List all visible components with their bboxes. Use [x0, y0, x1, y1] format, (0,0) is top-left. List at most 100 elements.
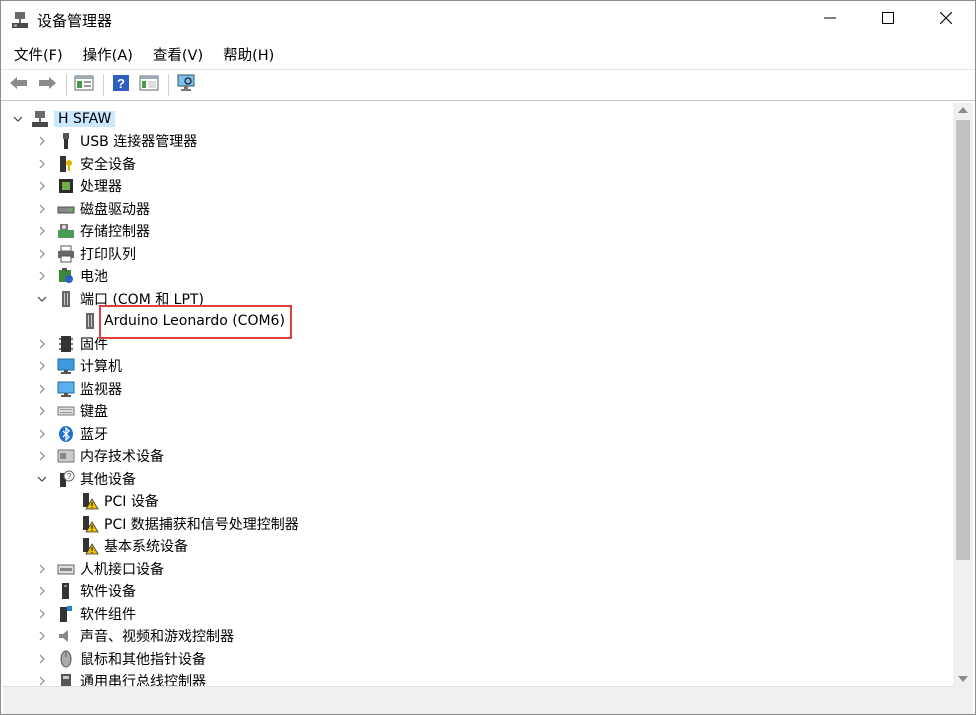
toolbar-separator	[66, 74, 67, 96]
category-label: 打印队列	[80, 246, 136, 263]
toolbar: ?	[1, 69, 975, 101]
security-key-icon	[57, 155, 75, 173]
tree-category[interactable]: 处理器	[39, 175, 122, 197]
tree-category[interactable]: 监视器	[39, 378, 122, 400]
menu-action[interactable]: 操作(A)	[76, 41, 140, 68]
tree-root-node[interactable]: H SFAW	[13, 108, 116, 130]
tree-category[interactable]: 电池	[39, 265, 108, 287]
warning-device-icon	[81, 537, 99, 555]
category-label: 通用串行总线控制器	[80, 674, 206, 686]
title-bar: 设备管理器	[1, 1, 975, 39]
chevron-right-icon[interactable]	[35, 603, 49, 625]
tree-category[interactable]: 通用串行总线控制器	[39, 670, 206, 686]
device-label: PCI 设备	[104, 494, 159, 510]
maximize-icon	[882, 12, 894, 28]
highlight-annotation-box	[99, 305, 292, 339]
category-label: 蓝牙	[80, 426, 108, 443]
category-label: 存储控制器	[80, 224, 150, 240]
chevron-right-icon[interactable]	[35, 333, 49, 355]
unknown-device-icon: ?	[57, 470, 75, 488]
chevron-right-icon[interactable]	[35, 130, 49, 152]
chevron-right-icon[interactable]	[35, 243, 49, 265]
tree-category[interactable]: 软件组件	[39, 603, 136, 625]
tree-category[interactable]: 打印队列	[39, 243, 136, 265]
show-hide-tree-icon	[74, 74, 94, 96]
tree-device[interactable]: PCI 设备	[81, 490, 159, 512]
tree-category[interactable]: 人机接口设备	[39, 558, 164, 580]
chevron-down-icon[interactable]	[11, 108, 25, 130]
chevron-down-icon[interactable]	[35, 288, 49, 310]
menu-file[interactable]: 文件(F)	[7, 41, 70, 68]
chevron-right-icon[interactable]	[35, 378, 49, 400]
usb-controller-icon	[57, 672, 75, 686]
category-label: 计算机	[80, 359, 122, 375]
help-button[interactable]: ?	[109, 73, 133, 97]
menu-view[interactable]: 查看(V)	[146, 41, 210, 68]
usb-icon	[57, 132, 75, 150]
tree-category[interactable]: 键盘	[39, 400, 108, 422]
category-label: 监视器	[80, 381, 122, 398]
chevron-right-icon[interactable]	[35, 670, 49, 686]
vertical-scroll-thumb[interactable]	[956, 120, 970, 560]
hid-icon	[57, 560, 75, 578]
tree-category[interactable]: 声音、视频和游戏控制器	[39, 625, 234, 647]
tree-device[interactable]: 基本系统设备	[81, 535, 188, 557]
tree-category[interactable]: USB 连接器管理器	[39, 130, 198, 152]
warning-device-icon	[81, 515, 99, 533]
menu-help[interactable]: 帮助(H)	[216, 41, 281, 68]
tree-category[interactable]: 内存技术设备	[39, 445, 164, 467]
show-hide-tree-button[interactable]	[72, 73, 96, 97]
computer-icon	[57, 357, 75, 375]
chevron-right-icon[interactable]	[35, 558, 49, 580]
chevron-right-icon[interactable]	[35, 220, 49, 242]
chevron-right-icon[interactable]	[35, 625, 49, 647]
chevron-down-icon[interactable]	[35, 468, 49, 490]
minimize-button[interactable]	[801, 1, 859, 39]
scroll-down-icon	[958, 676, 968, 682]
category-label: 其他设备	[80, 471, 136, 488]
chevron-right-icon[interactable]	[35, 265, 49, 287]
svg-text:?: ?	[67, 472, 72, 481]
tree-category[interactable]: 安全设备	[39, 153, 136, 175]
tree-category[interactable]: ? 其他设备	[37, 468, 136, 490]
chevron-right-icon[interactable]	[35, 648, 49, 670]
close-icon	[939, 11, 953, 28]
processor-icon	[57, 177, 75, 195]
tree-category[interactable]: 计算机	[39, 355, 122, 377]
software-component-icon	[57, 605, 75, 623]
help-icon: ?	[112, 74, 130, 96]
chevron-right-icon[interactable]	[35, 400, 49, 422]
device-label: PCI 数据捕获和信号处理控制器	[104, 516, 299, 533]
category-label: 电池	[80, 269, 108, 285]
maximize-button[interactable]	[859, 1, 917, 39]
forward-button[interactable]	[35, 73, 59, 97]
software-device-icon	[57, 582, 75, 600]
svg-text:?: ?	[117, 76, 125, 91]
tree-device[interactable]: PCI 数据捕获和信号处理控制器	[81, 513, 299, 535]
status-bar	[3, 686, 953, 714]
chevron-right-icon[interactable]	[35, 580, 49, 602]
chevron-right-icon[interactable]	[35, 198, 49, 220]
tree-category[interactable]: 蓝牙	[39, 423, 108, 445]
chevron-right-icon[interactable]	[35, 445, 49, 467]
tree-category[interactable]: 软件设备	[39, 580, 136, 602]
category-label: 软件组件	[80, 606, 136, 623]
vertical-scrollbar[interactable]	[953, 103, 973, 686]
back-button[interactable]	[7, 73, 31, 97]
printer-icon	[57, 245, 75, 263]
properties-button[interactable]	[137, 73, 161, 97]
battery-icon	[57, 267, 75, 285]
firmware-icon	[57, 335, 75, 353]
tree-category[interactable]: 存储控制器	[39, 220, 150, 242]
chevron-right-icon[interactable]	[35, 153, 49, 175]
device-manager-icon	[11, 11, 29, 29]
scan-hardware-button[interactable]	[174, 73, 198, 97]
chevron-right-icon[interactable]	[35, 175, 49, 197]
chevron-right-icon[interactable]	[35, 355, 49, 377]
window-title: 设备管理器	[37, 12, 113, 30]
tree-category[interactable]: 鼠标和其他指针设备	[39, 648, 206, 670]
category-label: USB 连接器管理器	[80, 134, 198, 150]
chevron-right-icon[interactable]	[35, 423, 49, 445]
close-button[interactable]	[917, 1, 975, 39]
tree-category[interactable]: 磁盘驱动器	[39, 198, 150, 220]
